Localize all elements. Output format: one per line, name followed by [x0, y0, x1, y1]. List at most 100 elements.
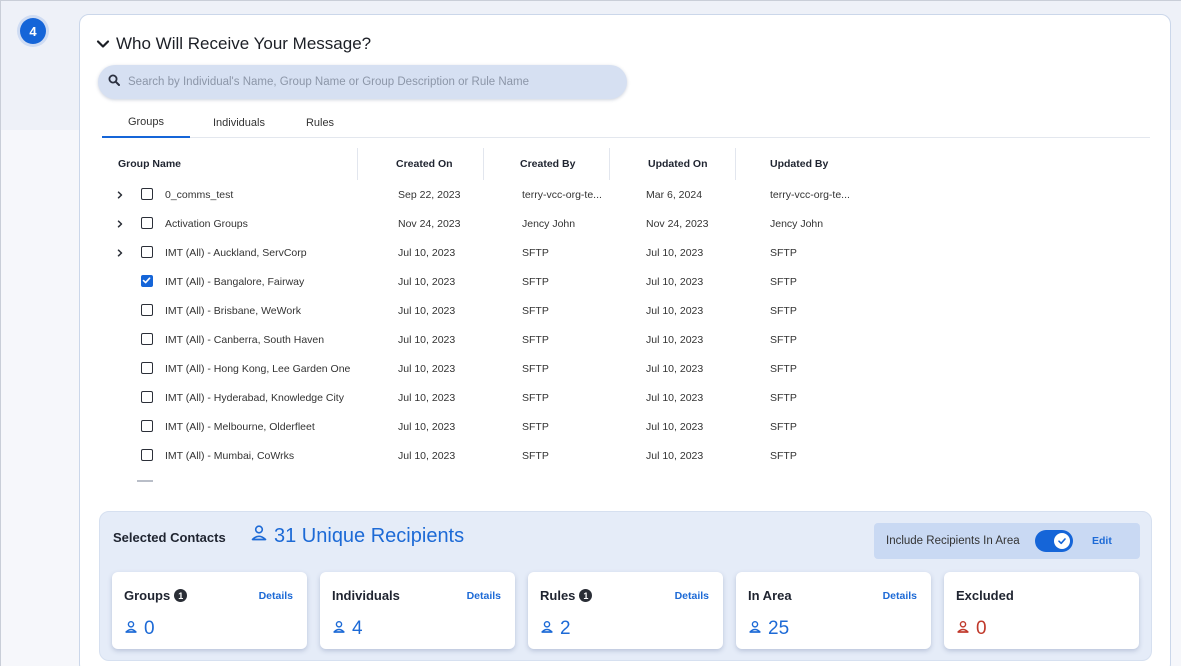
row-checkbox[interactable] — [141, 275, 153, 287]
row-checkbox[interactable] — [141, 362, 153, 374]
updated-by-cell: Jency John — [770, 217, 824, 230]
created-by-cell: SFTP — [522, 333, 549, 346]
table-row[interactable]: IMT (All) - Canberra, South Haven Jul 10,… — [108, 325, 860, 354]
stat-card-individuals: Individuals Details 4 — [320, 572, 515, 649]
chevron-right-icon[interactable] — [116, 209, 124, 238]
stat-value: 2 — [540, 618, 571, 640]
updated-on-cell: Jul 10, 2023 — [646, 246, 704, 259]
person-icon — [956, 618, 970, 640]
selected-contacts-label: Selected Contacts — [113, 530, 226, 545]
updated-on-cell: Jul 10, 2023 — [646, 362, 704, 375]
details-link[interactable]: Details — [259, 590, 293, 602]
selected-contacts-panel: Selected Contacts 31 Unique Recipients I… — [99, 511, 1152, 661]
created-by-cell: SFTP — [522, 304, 549, 317]
updated-on-cell: Jul 10, 2023 — [646, 391, 704, 404]
stat-title-text: Individuals — [332, 588, 400, 603]
stat-title-text: Rules — [540, 588, 576, 603]
row-checkbox[interactable] — [141, 246, 153, 258]
person-icon — [540, 618, 554, 640]
details-link[interactable]: Details — [675, 590, 709, 602]
created-by-cell: SFTP — [522, 275, 549, 288]
row-checkbox[interactable] — [141, 188, 153, 200]
chevron-down-icon[interactable] — [96, 37, 110, 51]
section-header[interactable]: Who Will Receive Your Message? — [96, 34, 371, 54]
column-header-updated-by[interactable]: Updated By — [736, 148, 860, 180]
created-on-cell: Sep 22, 2023 — [398, 188, 461, 201]
search-input[interactable] — [128, 76, 608, 88]
details-link[interactable]: Details — [883, 590, 917, 602]
created-on-cell: Jul 10, 2023 — [398, 362, 456, 375]
tab-rules[interactable]: Rules — [292, 108, 348, 138]
created-by-cell: SFTP — [522, 246, 549, 259]
info-icon[interactable]: 1 — [579, 589, 593, 602]
created-on-cell: Jul 10, 2023 — [398, 275, 456, 288]
stat-title: Rules 1 — [540, 588, 593, 603]
row-checkbox[interactable] — [141, 391, 153, 403]
stat-count: 4 — [352, 618, 363, 639]
table-row[interactable]: IMT (All) - Hyderabad, Knowledge City Jul… — [108, 383, 860, 412]
tab-bar: Groups Individuals Rules — [102, 108, 1150, 138]
stat-title: Groups 1 — [124, 588, 188, 603]
table-row[interactable]: IMT (All) - Mumbai, CoWrks Jul 10, 2023 SF… — [108, 441, 860, 470]
chevron-right-icon[interactable] — [116, 180, 124, 209]
stat-title-text: Groups — [124, 588, 171, 603]
check-icon — [1054, 533, 1070, 549]
groups-table: Group Name Created On Created By Updated… — [108, 148, 860, 470]
updated-by-cell: SFTP — [770, 275, 797, 288]
table-row[interactable]: Activation Groups Nov 24, 2023 Jency John N… — [108, 209, 860, 238]
created-by-cell: SFTP — [522, 449, 549, 462]
table-row[interactable]: 0_comms_test Sep 22, 2023 terry-vcc-org-te… — [108, 180, 860, 209]
column-header-updated-on[interactable]: Updated On — [610, 148, 736, 180]
stat-count: 0 — [976, 618, 987, 639]
unique-recipients-text: 31 Unique Recipients — [274, 524, 465, 547]
stat-card-excluded: Excluded 0 — [944, 572, 1139, 649]
table-row[interactable]: IMT (All) - Brisbane, WeWork Jul 10, 2023… — [108, 296, 860, 325]
group-name-cell: IMT (All) - Hyderabad, Knowledge City — [165, 391, 344, 404]
column-header-group-name[interactable]: Group Name — [108, 148, 358, 180]
stat-count: 25 — [768, 618, 790, 639]
details-link[interactable]: Details — [467, 590, 501, 602]
stat-card-groups: Groups 1 Details 0 — [112, 572, 307, 649]
created-on-cell: Jul 10, 2023 — [398, 333, 456, 346]
updated-on-cell: Mar 6, 2024 — [646, 188, 703, 201]
person-icon — [250, 524, 268, 548]
search-bar[interactable] — [98, 65, 627, 99]
group-name-cell: IMT (All) - Brisbane, WeWork — [165, 304, 301, 317]
created-by-cell: terry-vcc-org-te... — [522, 188, 602, 201]
created-on-cell: Jul 10, 2023 — [398, 449, 456, 462]
updated-on-cell: Nov 24, 2023 — [646, 217, 709, 230]
table-row[interactable]: IMT (All) - Hong Kong, Lee Garden One Jul… — [108, 354, 860, 383]
person-icon — [124, 618, 138, 640]
scroll-indicator[interactable] — [137, 480, 153, 482]
row-checkbox[interactable] — [141, 217, 153, 229]
edit-button[interactable]: Edit — [1092, 523, 1112, 559]
include-area-toggle[interactable] — [1035, 530, 1073, 552]
stat-card-in-area: In Area Details 25 — [736, 572, 931, 649]
created-on-cell: Jul 10, 2023 — [398, 391, 456, 404]
row-checkbox[interactable] — [141, 420, 153, 432]
created-on-cell: Nov 24, 2023 — [398, 217, 461, 230]
table-row[interactable]: IMT (All) - Auckland, ServCorp Jul 10, 20… — [108, 238, 860, 267]
row-checkbox[interactable] — [141, 304, 153, 316]
group-name-cell: 0_comms_test — [165, 188, 234, 201]
updated-by-cell: SFTP — [770, 246, 797, 259]
row-checkbox[interactable] — [141, 333, 153, 345]
stat-card-rules: Rules 1 Details 2 — [528, 572, 723, 649]
tab-individuals[interactable]: Individuals — [197, 108, 281, 138]
table-row[interactable]: IMT (All) - Bangalore, Fairway Jul 10, 20… — [108, 267, 860, 296]
group-name-cell: IMT (All) - Melbourne, Olderfleet — [165, 420, 315, 433]
column-header-created-by[interactable]: Created By — [484, 148, 610, 180]
unique-recipients: 31 Unique Recipients — [250, 524, 464, 548]
row-checkbox[interactable] — [141, 449, 153, 461]
updated-on-cell: Jul 10, 2023 — [646, 275, 704, 288]
section-title: Who Will Receive Your Message? — [116, 34, 372, 53]
table-row[interactable]: IMT (All) - Melbourne, Olderfleet Jul 10,… — [108, 412, 860, 441]
created-by-cell: SFTP — [522, 391, 549, 404]
created-by-cell: SFTP — [522, 362, 549, 375]
tab-groups[interactable]: Groups — [102, 108, 190, 138]
group-name-cell: IMT (All) - Auckland, ServCorp — [165, 246, 307, 259]
info-icon[interactable]: 1 — [174, 589, 188, 602]
chevron-right-icon[interactable] — [116, 238, 124, 267]
column-header-created-on[interactable]: Created On — [358, 148, 484, 180]
updated-on-cell: Jul 10, 2023 — [646, 420, 704, 433]
